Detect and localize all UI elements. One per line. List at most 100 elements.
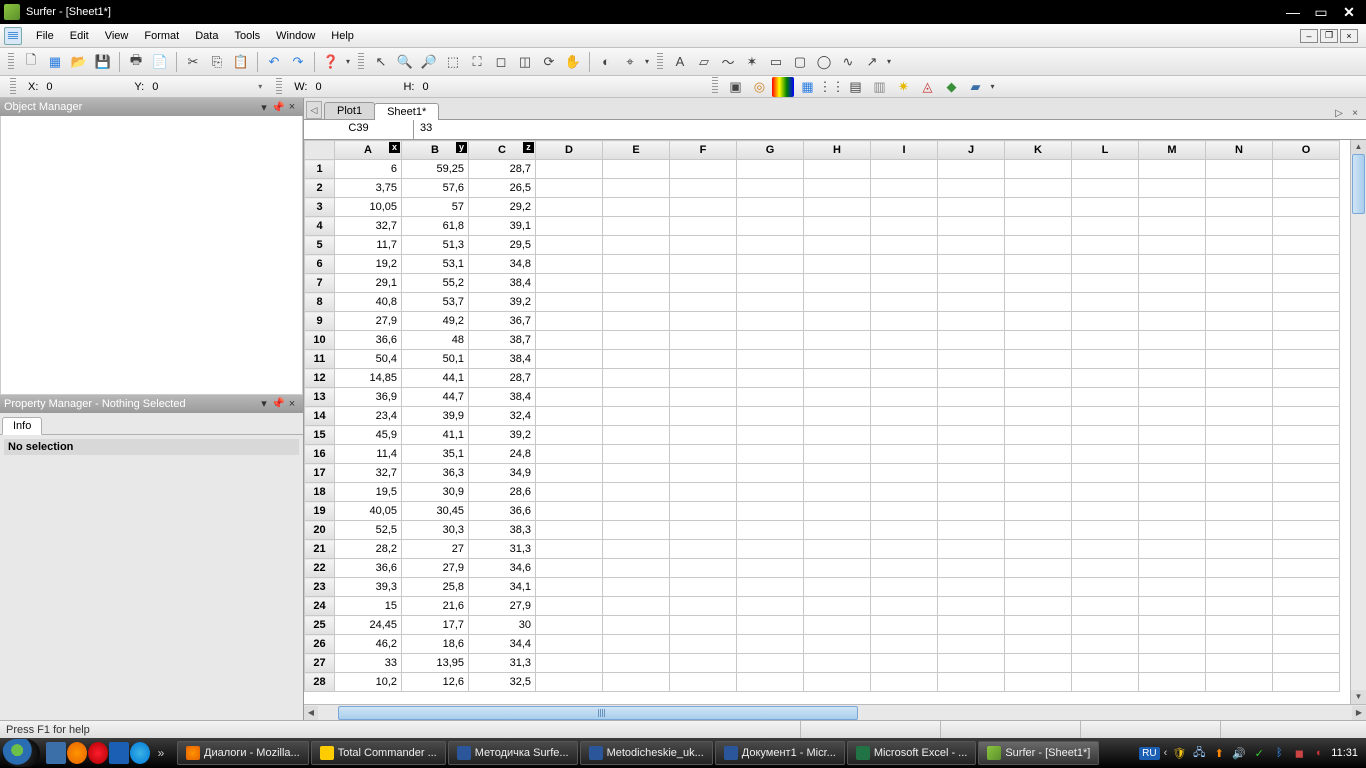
cell-C22[interactable]: 34,6 [469, 559, 536, 578]
cell-O28[interactable] [1273, 673, 1340, 692]
cell-K12[interactable] [1005, 369, 1072, 388]
column-header-K[interactable]: K [1005, 141, 1072, 160]
cell-G3[interactable] [737, 198, 804, 217]
cell-K2[interactable] [1005, 179, 1072, 198]
cell-H28[interactable] [804, 673, 871, 692]
cell-J12[interactable] [938, 369, 1005, 388]
cell-A22[interactable]: 36,6 [335, 559, 402, 578]
cell-F1[interactable] [670, 160, 737, 179]
cell-B15[interactable]: 41,1 [402, 426, 469, 445]
zoom-out-button[interactable]: 🔎 [418, 51, 440, 73]
cell-N4[interactable] [1206, 217, 1273, 236]
cell-A12[interactable]: 14,85 [335, 369, 402, 388]
tray-network-icon[interactable]: 🖧 [1191, 745, 1207, 761]
taskbar-task[interactable]: Диалоги - Mozilla... [177, 741, 309, 765]
cell-F7[interactable] [670, 274, 737, 293]
cell-G2[interactable] [737, 179, 804, 198]
cell-E27[interactable] [603, 654, 670, 673]
cell-B25[interactable]: 17,7 [402, 616, 469, 635]
help-cursor-button[interactable]: ❓ [320, 51, 342, 73]
toolbar-grip[interactable] [10, 78, 16, 96]
cell-H27[interactable] [804, 654, 871, 673]
row-header-26[interactable]: 26 [305, 635, 335, 654]
cell-L9[interactable] [1072, 312, 1139, 331]
cell-H15[interactable] [804, 426, 871, 445]
cell-C8[interactable]: 39,2 [469, 293, 536, 312]
vertical-scrollbar[interactable]: ▲ ▼ [1350, 140, 1366, 704]
cell-C21[interactable]: 31,3 [469, 540, 536, 559]
cell-N16[interactable] [1206, 445, 1273, 464]
cell-I8[interactable] [871, 293, 938, 312]
column-header-O[interactable]: O [1273, 141, 1340, 160]
scroll-down-icon[interactable]: ▼ [1351, 690, 1366, 704]
copy-button[interactable]: ⎘ [206, 51, 228, 73]
cell-D13[interactable] [536, 388, 603, 407]
cell-A15[interactable]: 45,9 [335, 426, 402, 445]
row-header-3[interactable]: 3 [305, 198, 335, 217]
cell-K6[interactable] [1005, 255, 1072, 274]
pointer-button[interactable]: ↖ [370, 51, 392, 73]
cell-O11[interactable] [1273, 350, 1340, 369]
cell-O9[interactable] [1273, 312, 1340, 331]
cell-I23[interactable] [871, 578, 938, 597]
cell-J28[interactable] [938, 673, 1005, 692]
cell-L3[interactable] [1072, 198, 1139, 217]
row-header-20[interactable]: 20 [305, 521, 335, 540]
cell-B20[interactable]: 30,3 [402, 521, 469, 540]
cell-N19[interactable] [1206, 502, 1273, 521]
map-surface-button[interactable]: ▰ [964, 77, 986, 97]
cell-I24[interactable] [871, 597, 938, 616]
cell-M25[interactable] [1139, 616, 1206, 635]
cell-H5[interactable] [804, 236, 871, 255]
cell-M10[interactable] [1139, 331, 1206, 350]
cell-E13[interactable] [603, 388, 670, 407]
cell-G5[interactable] [737, 236, 804, 255]
cell-A28[interactable]: 10,2 [335, 673, 402, 692]
new-worksheet-button[interactable]: ▦ [44, 51, 66, 73]
cell-K18[interactable] [1005, 483, 1072, 502]
refresh-button[interactable]: ⟳ [538, 51, 560, 73]
cell-G10[interactable] [737, 331, 804, 350]
cell-I14[interactable] [871, 407, 938, 426]
cell-I20[interactable] [871, 521, 938, 540]
tray-shield-icon[interactable]: 🛡 [1171, 745, 1187, 761]
digitize-button[interactable]: ⌖ [619, 51, 641, 73]
cell-E3[interactable] [603, 198, 670, 217]
cell-A10[interactable]: 36,6 [335, 331, 402, 350]
cell-I12[interactable] [871, 369, 938, 388]
save-button[interactable]: 💾 [92, 51, 114, 73]
cell-A27[interactable]: 33 [335, 654, 402, 673]
column-header-A[interactable]: Ax [335, 141, 402, 160]
cell-O10[interactable] [1273, 331, 1340, 350]
coord-overflow[interactable]: ▾ [258, 82, 262, 91]
taskbar-task[interactable]: Microsoft Excel - ... [847, 741, 977, 765]
cell-C12[interactable]: 28,7 [469, 369, 536, 388]
cell-N15[interactable] [1206, 426, 1273, 445]
cell-J6[interactable] [938, 255, 1005, 274]
cell-K16[interactable] [1005, 445, 1072, 464]
cell-E18[interactable] [603, 483, 670, 502]
cell-G1[interactable] [737, 160, 804, 179]
cell-G12[interactable] [737, 369, 804, 388]
spreadsheet-grid[interactable]: AxByCzDEFGHIJKLMNO1659,2528,723,7557,626… [304, 140, 1340, 692]
row-header-28[interactable]: 28 [305, 673, 335, 692]
cell-I4[interactable] [871, 217, 938, 236]
cell-B18[interactable]: 30,9 [402, 483, 469, 502]
cell-N3[interactable] [1206, 198, 1273, 217]
cell-E5[interactable] [603, 236, 670, 255]
ql-save-icon[interactable] [109, 742, 129, 764]
row-header-9[interactable]: 9 [305, 312, 335, 331]
cell-L20[interactable] [1072, 521, 1139, 540]
start-button[interactable] [2, 739, 40, 767]
cell-H22[interactable] [804, 559, 871, 578]
cell-D27[interactable] [536, 654, 603, 673]
cell-E7[interactable] [603, 274, 670, 293]
cell-G19[interactable] [737, 502, 804, 521]
cell-I18[interactable] [871, 483, 938, 502]
cell-J26[interactable] [938, 635, 1005, 654]
cell-A9[interactable]: 27,9 [335, 312, 402, 331]
column-header-C[interactable]: Cz [469, 141, 536, 160]
cell-C25[interactable]: 30 [469, 616, 536, 635]
cell-M9[interactable] [1139, 312, 1206, 331]
ql-firefox-icon[interactable] [67, 742, 87, 764]
